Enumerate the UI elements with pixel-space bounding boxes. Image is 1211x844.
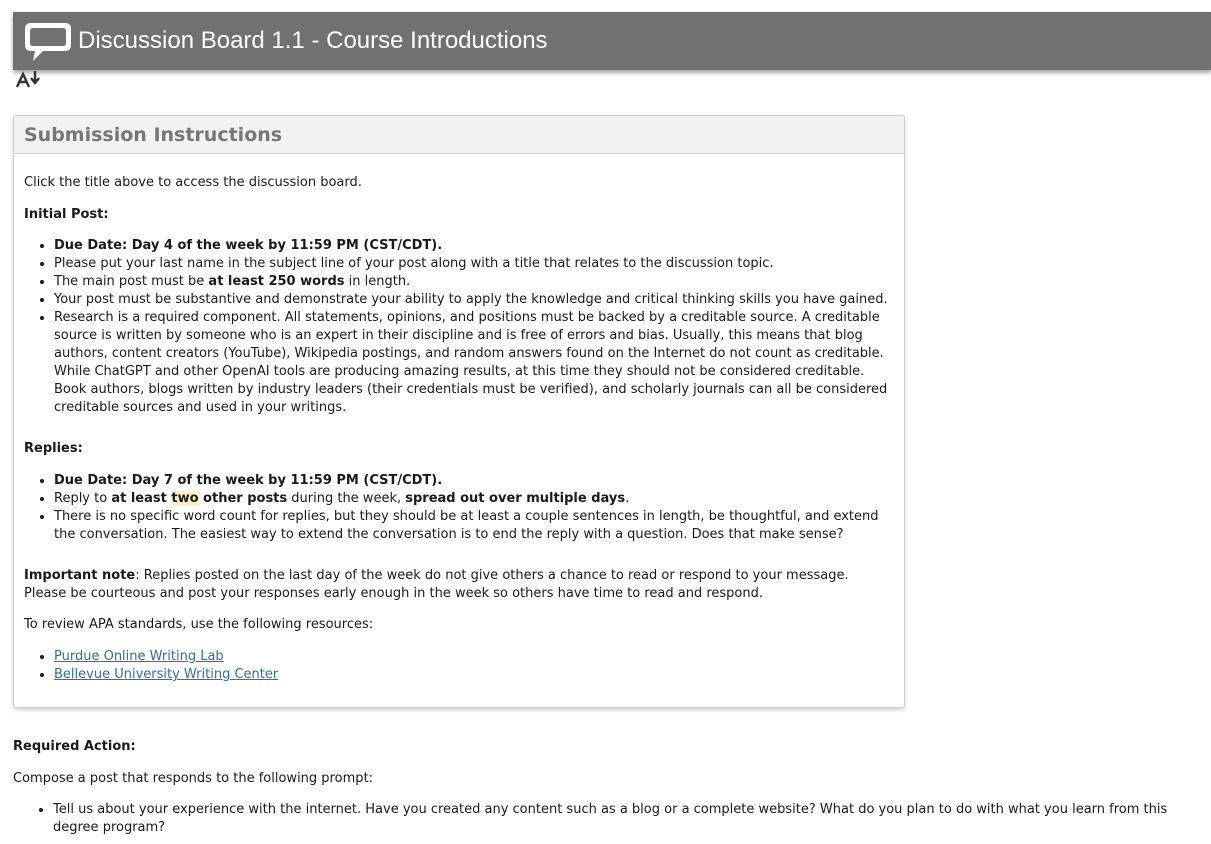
list-item-text: at least: [111, 491, 172, 506]
submission-instructions-panel: Submission Instructions Click the title …: [13, 115, 905, 708]
word-count-emphasis: at least 250 words: [208, 274, 345, 289]
list-item: Your post must be substantive and demons…: [54, 291, 894, 309]
required-action-heading: Required Action:: [13, 739, 136, 754]
required-action-section: Required Action: Compose a post that res…: [13, 738, 1203, 837]
bellevue-writing-center-link[interactable]: Bellevue University Writing Center: [54, 667, 278, 682]
list-item: Bellevue University Writing Center: [54, 666, 894, 684]
compose-text: Compose a post that responds to the foll…: [13, 771, 373, 786]
list-item-text: during the week,: [287, 491, 406, 506]
list-item: Due Date: Day 7 of the week by 11:59 PM …: [54, 472, 894, 490]
list-item-text: .: [625, 491, 630, 506]
intro-text: Click the title above to access the disc…: [24, 175, 362, 190]
panel-body: Click the title above to access the disc…: [14, 154, 904, 684]
list-item: Due Date: Day 4 of the week by 11:59 PM …: [54, 237, 894, 255]
list-item-text: The main post must be: [54, 274, 209, 289]
list-item-text: other posts: [198, 491, 288, 506]
purdue-owl-link[interactable]: Purdue Online Writing Lab: [54, 649, 224, 664]
list-item: Tell us about your experience with the i…: [53, 801, 1203, 837]
discussion-header: Discussion Board 1.1 - Course Introducti…: [13, 12, 1211, 70]
list-item: There is no specific word count for repl…: [54, 508, 894, 544]
initial-post-list: Due Date: Day 4 of the week by 11:59 PM …: [24, 237, 894, 417]
list-item: Please put your last name in the subject…: [54, 255, 894, 273]
highlighted-word: two: [171, 491, 199, 506]
replies-list: Due Date: Day 7 of the week by 11:59 PM …: [24, 472, 894, 544]
initial-post-heading: Initial Post:: [24, 207, 109, 222]
panel-title: Submission Instructions: [24, 123, 283, 146]
list-item-text: Reply to: [54, 491, 112, 506]
list-item-text: in length.: [344, 274, 411, 289]
prompt-list: Tell us about your experience with the i…: [13, 801, 1203, 837]
important-note: Important note: Replies posted on the la…: [24, 567, 894, 603]
important-note-label: Important note: [24, 568, 136, 583]
page-title: Discussion Board 1.1 - Course Introducti…: [78, 27, 548, 54]
text-size-icon[interactable]: [16, 70, 42, 88]
resource-links: Purdue Online Writing Lab Bellevue Unive…: [24, 648, 894, 684]
panel-header: Submission Instructions: [14, 116, 904, 154]
list-item: Research is a required component. All st…: [54, 309, 894, 417]
list-item: Reply to at least two other posts during…: [54, 490, 894, 508]
list-item: The main post must be at least 250 words…: [54, 273, 894, 291]
speech-bubble-icon: [25, 23, 71, 61]
replies-heading: Replies:: [24, 441, 83, 456]
list-item-text: spread out over multiple days: [405, 491, 626, 506]
apa-text: To review APA standards, use the followi…: [24, 617, 374, 632]
important-note-text: : Replies posted on the last day of the …: [24, 568, 849, 601]
list-item: Purdue Online Writing Lab: [54, 648, 894, 666]
